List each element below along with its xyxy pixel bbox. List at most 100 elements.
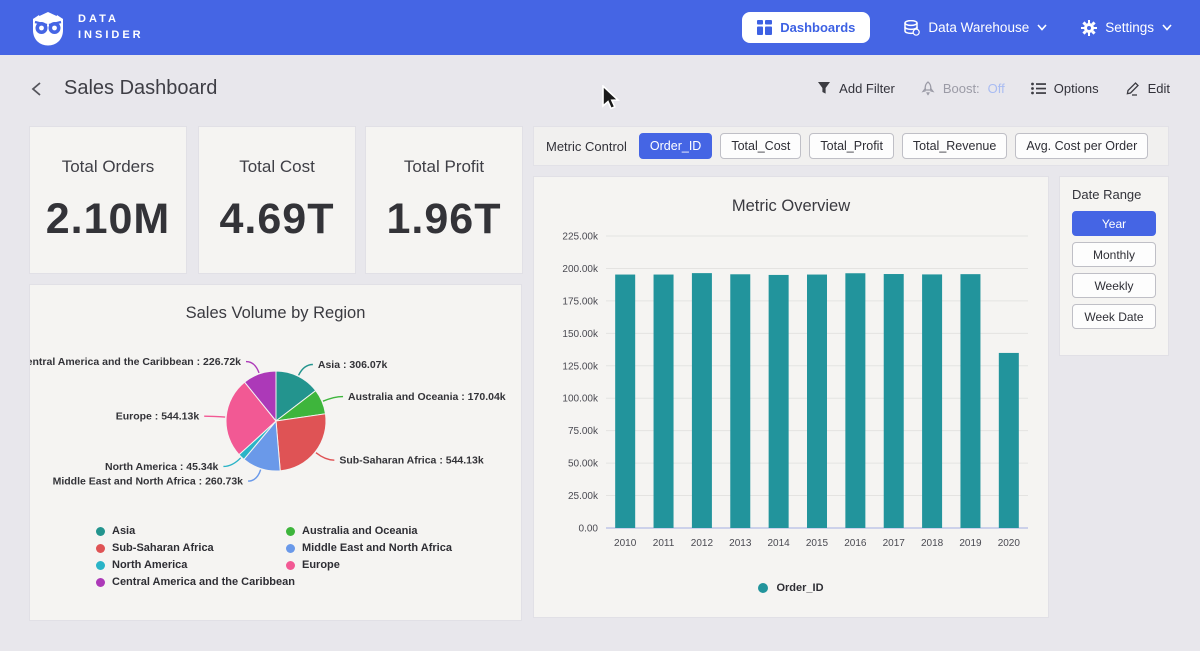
metric-button-avg-cost-per-order[interactable]: Avg. Cost per Order	[1015, 133, 1148, 159]
x-axis-tick-2016: 2016	[844, 538, 867, 549]
bar-2018[interactable]	[922, 274, 942, 528]
edit-label: Edit	[1148, 81, 1170, 96]
bar-2014[interactable]	[769, 275, 789, 528]
nav-settings-label: Settings	[1105, 20, 1154, 35]
bar-2011[interactable]	[654, 275, 674, 528]
metric-overview-card: Metric Overview 225.00k200.00k175.00k150…	[534, 177, 1048, 617]
kpi-card-total-profit: Total Profit 1.96T	[366, 127, 522, 273]
legend-label: Australia and Oceania	[302, 525, 418, 537]
metric-button-total-cost[interactable]: Total_Cost	[720, 133, 801, 159]
legend-label-order-id: Order_ID	[776, 582, 823, 594]
list-options-icon	[1031, 82, 1046, 95]
date-range-button-week-date[interactable]: Week Date	[1072, 304, 1156, 329]
pie-slice-sub-saharan-africa[interactable]	[276, 414, 326, 471]
kpi-label: Total Profit	[404, 157, 484, 177]
bar-2017[interactable]	[884, 274, 904, 528]
database-icon	[904, 20, 920, 36]
back-button[interactable]	[30, 77, 50, 100]
pie-legend: Asia Australia and Oceania Sub-Saharan Afr…	[96, 525, 521, 588]
back-chevron-icon	[30, 81, 44, 97]
bar-2015[interactable]	[807, 275, 827, 528]
pie-legend-item-australia-and-oceania[interactable]: Australia and Oceania	[286, 525, 521, 537]
edit-button[interactable]: Edit	[1125, 81, 1170, 96]
pencil-edit-icon	[1125, 81, 1140, 96]
x-axis-tick-2010: 2010	[614, 538, 637, 549]
legend-dot	[286, 561, 295, 570]
y-axis-tick: 0.00	[579, 524, 599, 535]
page-title: Sales Dashboard	[64, 77, 217, 100]
pie-chart: Asia : 306.07kAustralia and Oceania : 17…	[30, 327, 521, 509]
bar-2019[interactable]	[960, 274, 980, 528]
kpi-value: 4.69T	[220, 195, 335, 244]
boost-label: Boost:	[943, 81, 980, 96]
date-range-card: Date Range Year Monthly Weekly Week Date	[1060, 177, 1168, 355]
bar-chart: 225.00k200.00k175.00k150.00k125.00k100.0…	[546, 220, 1036, 570]
pie-leader-line-europe	[204, 416, 225, 417]
x-axis-tick-2020: 2020	[998, 538, 1021, 549]
rocket-icon	[921, 81, 935, 96]
pie-leader-line-north-america	[223, 458, 240, 467]
y-axis-tick: 150.00k	[562, 329, 599, 340]
pie-legend-item-north-america[interactable]: North America	[96, 559, 286, 571]
brand-line1: DATA	[78, 12, 144, 28]
pie-leader-line-middle-east-and-north-africa	[248, 470, 261, 481]
date-range-button-year[interactable]: Year	[1072, 211, 1156, 236]
bar-2016[interactable]	[845, 273, 865, 528]
date-range-label: Date Range	[1072, 187, 1156, 202]
brand-line2: INSIDER	[78, 28, 144, 44]
metric-control-bar: Metric Control Order_ID Total_Cost Total_P…	[534, 127, 1168, 165]
top-navbar: DATA INSIDER Dashboards Data Warehouse	[0, 0, 1200, 55]
nav-dashboards-button[interactable]: Dashboards	[742, 12, 870, 43]
y-axis-tick: 75.00k	[568, 426, 599, 437]
date-range-button-monthly[interactable]: Monthly	[1072, 242, 1156, 267]
add-filter-label: Add Filter	[839, 81, 895, 96]
boost-toggle[interactable]: Boost: Off	[921, 81, 1005, 96]
pie-leader-line-asia	[299, 365, 313, 376]
filter-funnel-icon	[817, 81, 831, 95]
nav-data-warehouse-label: Data Warehouse	[928, 20, 1029, 35]
nav-settings[interactable]: Settings	[1081, 20, 1172, 36]
nav-dashboards-label: Dashboards	[780, 20, 855, 35]
x-axis-tick-2017: 2017	[883, 538, 906, 549]
x-axis-tick-2014: 2014	[768, 538, 791, 549]
y-axis-tick: 175.00k	[562, 296, 599, 307]
metric-button-total-profit[interactable]: Total_Profit	[809, 133, 894, 159]
nav-data-warehouse[interactable]: Data Warehouse	[904, 20, 1047, 36]
kpi-card-total-cost: Total Cost 4.69T	[199, 127, 355, 273]
bar-2020[interactable]	[999, 353, 1019, 528]
sales-volume-card: Sales Volume by Region Asia : 306.07kAus…	[30, 285, 521, 620]
x-axis-tick-2012: 2012	[691, 538, 714, 549]
chevron-down-icon	[1162, 24, 1172, 31]
legend-dot	[96, 527, 105, 536]
brand-logo[interactable]: DATA INSIDER	[28, 8, 144, 48]
pie-leader-line-central-america-and-the-caribbean	[246, 362, 259, 373]
legend-label: Central America and the Caribbean	[112, 576, 295, 588]
bar-2012[interactable]	[692, 273, 712, 528]
kpi-label: Total Orders	[62, 157, 155, 177]
legend-label: Sub-Saharan Africa	[112, 542, 214, 554]
bar-chart-legend[interactable]: Order_ID	[534, 582, 1048, 594]
bar-2013[interactable]	[730, 274, 750, 528]
metric-button-total-revenue[interactable]: Total_Revenue	[902, 133, 1007, 159]
date-range-button-weekly[interactable]: Weekly	[1072, 273, 1156, 298]
pie-legend-item-middle-east-and-north-africa[interactable]: Middle East and North Africa	[286, 542, 521, 554]
metric-control-label: Metric Control	[546, 139, 627, 154]
x-axis-tick-2011: 2011	[653, 538, 675, 549]
pie-label-central-america-and-the-caribbean: Central America and the Caribbean : 226.…	[30, 356, 241, 368]
gear-icon	[1081, 20, 1097, 36]
pie-legend-item-europe[interactable]: Europe	[286, 559, 521, 571]
metric-button-order-id[interactable]: Order_ID	[639, 133, 712, 159]
y-axis-tick: 50.00k	[568, 459, 599, 470]
kpi-value: 2.10M	[46, 195, 171, 244]
bar-2010[interactable]	[615, 275, 635, 528]
options-button[interactable]: Options	[1031, 81, 1099, 96]
pie-label-middle-east-and-north-africa: Middle East and North Africa : 260.73k	[53, 476, 244, 488]
pie-legend-item-central-america-and-the-caribbean[interactable]: Central America and the Caribbean	[96, 576, 286, 588]
pie-label-europe: Europe : 544.13k	[116, 411, 200, 423]
pie-legend-item-asia[interactable]: Asia	[96, 525, 286, 537]
bar-chart-title: Metric Overview	[534, 177, 1048, 216]
y-axis-tick: 225.00k	[562, 232, 599, 243]
add-filter-button[interactable]: Add Filter	[817, 81, 895, 96]
legend-label: Middle East and North Africa	[302, 542, 452, 554]
pie-legend-item-sub-saharan-africa[interactable]: Sub-Saharan Africa	[96, 542, 286, 554]
